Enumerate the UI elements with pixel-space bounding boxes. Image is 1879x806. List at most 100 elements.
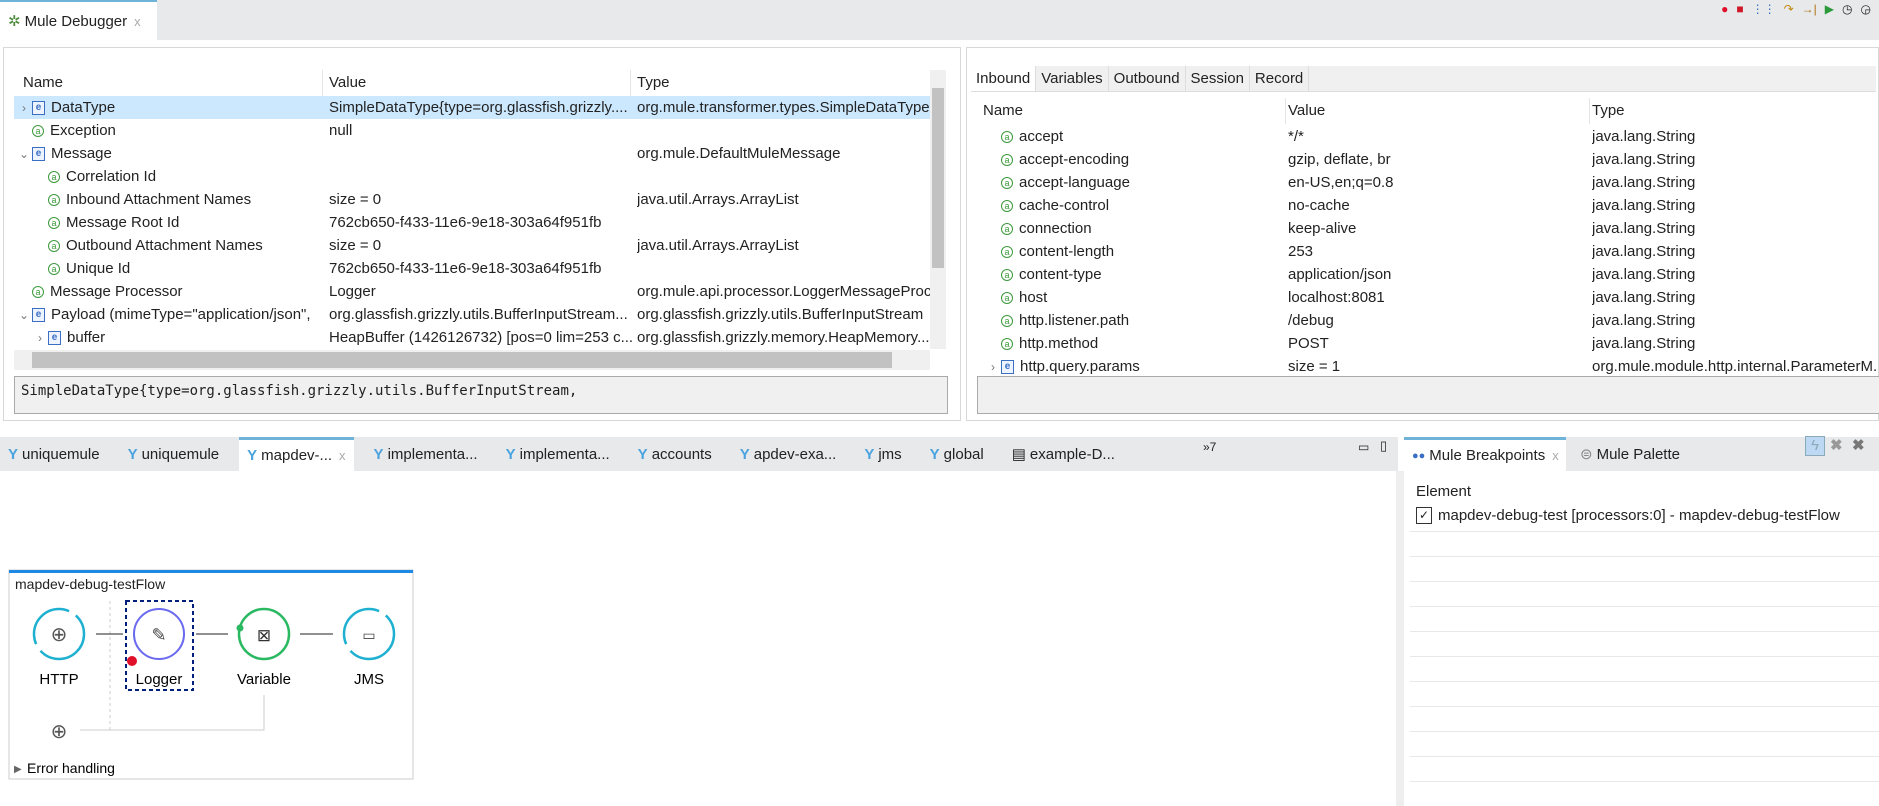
checkbox[interactable]: ✓ bbox=[1416, 507, 1432, 524]
tree-row[interactable]: a Message Root Id 762cb650-f433-11e6-9e18-… bbox=[14, 211, 930, 234]
name-text: DataType bbox=[51, 99, 116, 116]
tree-row[interactable]: a connection keep-alive java.lang.String bbox=[977, 217, 1877, 240]
tree-row[interactable]: a Exception null bbox=[14, 119, 930, 142]
breakpoint-icon[interactable] bbox=[127, 656, 137, 666]
column-type[interactable]: Type bbox=[637, 70, 670, 96]
collapse-icon[interactable]: ⌄ bbox=[16, 304, 32, 326]
step-over-icon[interactable]: ↷ bbox=[1784, 2, 1794, 16]
tab-record[interactable]: Record bbox=[1249, 66, 1310, 91]
tree-row[interactable]: a http.listener.path/debug java.lang.Strin… bbox=[977, 309, 1877, 332]
editor-tab[interactable]: Yimplementa... bbox=[498, 437, 618, 471]
mule-icon: Y bbox=[739, 445, 750, 463]
tree-row[interactable]: a accept-encoding gzip, deflate, br java.la… bbox=[977, 148, 1877, 171]
type-cell: java.util.Arrays.ArrayList bbox=[637, 237, 799, 254]
close-icon[interactable]: x bbox=[1552, 448, 1559, 463]
tab-variables[interactable]: Variables bbox=[1036, 66, 1109, 91]
tree-row[interactable]: a content-length 253 java.lang.String bbox=[977, 240, 1877, 263]
editor-tab[interactable]: Yimplementa... bbox=[366, 437, 486, 471]
name-cell: › e buffer bbox=[32, 326, 339, 349]
collapse-icon[interactable]: ⌄ bbox=[16, 143, 32, 165]
type-cell: java.lang.String bbox=[1592, 174, 1696, 191]
type-cell: org.mule.module.http.internal.ParameterM… bbox=[1592, 358, 1877, 375]
tree-row[interactable]: a Unique Id 762cb650-f433-11e6-9e18-303a64… bbox=[14, 257, 930, 280]
tab-mule-breakpoints[interactable]: ●● Mule Breakpoints x bbox=[1404, 437, 1566, 471]
tree-row[interactable]: a Outbound Attachment Names size = 0 java.u… bbox=[14, 234, 930, 257]
tree-row[interactable]: › e http.query.params size = 1 org.mule.modu… bbox=[977, 355, 1877, 378]
scrollbar-thumb[interactable] bbox=[932, 88, 944, 268]
mule-icon: Y bbox=[864, 445, 875, 463]
stop-icon[interactable]: ■ bbox=[1736, 2, 1743, 16]
editor-tab[interactable]: Yglobal bbox=[922, 437, 992, 471]
breakpoint-label: mapdev-debug-test [processors:0] - mapde… bbox=[1438, 507, 1840, 524]
minimize-icon[interactable]: ▭ bbox=[1358, 440, 1369, 454]
debug-toolbar: ● ■ ⋮⋮ ↷ →| ▶ ◷ ◶ bbox=[1721, 2, 1871, 16]
vertical-scrollbar[interactable] bbox=[930, 70, 946, 349]
tree-row[interactable]: a cache-control no-cache java.lang.String bbox=[977, 194, 1877, 217]
column-value[interactable]: Value bbox=[1288, 98, 1325, 124]
attribute-icon: a bbox=[1001, 131, 1013, 144]
column-type[interactable]: Type bbox=[1592, 98, 1625, 124]
resume-icon[interactable]: ▶ bbox=[1825, 2, 1834, 16]
scrollbar-thumb[interactable] bbox=[32, 352, 892, 368]
tree-row[interactable]: a http.method POST java.lang.String bbox=[977, 332, 1877, 355]
tree-row[interactable]: a Message Processor Logger org.mule.api.pro… bbox=[14, 280, 930, 303]
column-name[interactable]: Name bbox=[23, 70, 63, 96]
remove-icon[interactable]: ✖ bbox=[1852, 436, 1865, 454]
clear-icon[interactable]: ● bbox=[1721, 2, 1728, 16]
remove-all-icon[interactable]: ✖ bbox=[1830, 436, 1843, 454]
tab-inbound[interactable]: Inbound bbox=[971, 66, 1037, 91]
expand-icon[interactable]: › bbox=[32, 327, 48, 349]
editor-tab[interactable]: Yjms bbox=[856, 437, 909, 471]
mule-icon: Y bbox=[929, 445, 940, 463]
expand-icon[interactable]: ▶ bbox=[14, 764, 22, 775]
node-label: Variable bbox=[237, 671, 291, 688]
splitter[interactable] bbox=[1396, 471, 1404, 806]
editor-tab[interactable]: Yuniquemule bbox=[0, 437, 108, 471]
properties-table[interactable]: a accept */* java.lang.String a accept-encodi… bbox=[977, 125, 1877, 377]
breakpoint-item[interactable]: ✓ mapdev-debug-test [processors:0] - map… bbox=[1416, 507, 1840, 524]
tree-row[interactable]: › e buffer HeapBuffer (1426126732) [pos=0 l… bbox=[14, 326, 930, 349]
tab-session[interactable]: Session bbox=[1185, 66, 1250, 91]
close-icon[interactable]: x bbox=[134, 14, 141, 29]
close-icon[interactable]: x bbox=[339, 448, 346, 463]
horizontal-scrollbar[interactable] bbox=[14, 350, 930, 370]
expand-icon[interactable]: › bbox=[985, 356, 1001, 378]
editor-tab[interactable]: Yaccounts bbox=[630, 437, 720, 471]
tree-row[interactable]: a Inbound Attachment Names size = 0 java.ut… bbox=[14, 188, 930, 211]
expand-icon[interactable]: › bbox=[16, 97, 32, 119]
evaluate-icon[interactable]: ⋮⋮ bbox=[1752, 2, 1776, 16]
type-cell: java.lang.String bbox=[1592, 312, 1696, 329]
timer-stop-icon[interactable]: ◶ bbox=[1861, 2, 1871, 16]
tab-mule-debugger[interactable]: ✲ Mule Debugger x bbox=[0, 0, 157, 40]
column-name[interactable]: Name bbox=[983, 98, 1023, 124]
skip-breakpoints-icon[interactable]: ϟ bbox=[1805, 436, 1825, 456]
tree-row[interactable]: a host localhost:8081 java.lang.String bbox=[977, 286, 1877, 309]
timer-start-icon[interactable]: ◷ bbox=[1842, 2, 1852, 16]
tab-outbound[interactable]: Outbound bbox=[1108, 66, 1186, 91]
name-text: Message bbox=[51, 145, 112, 162]
next-processor-icon[interactable]: →| bbox=[1802, 2, 1817, 16]
tab-mule-palette[interactable]: ⊜ Mule Palette bbox=[1572, 437, 1688, 471]
tree-row[interactable]: a content-type application/json java.lang.S… bbox=[977, 263, 1877, 286]
tab-overflow[interactable]: »7 bbox=[1203, 440, 1216, 454]
name-cell: a Correlation Id bbox=[32, 165, 339, 188]
error-handling[interactable]: Error handling bbox=[27, 760, 115, 776]
editor-tab[interactable]: ▤ example-D... bbox=[1004, 437, 1123, 471]
editor-tab[interactable]: Ymapdev-... x bbox=[239, 437, 354, 471]
tree-row[interactable]: ⌄ e Payload (mimeType="application/json", o… bbox=[14, 303, 930, 326]
tree-row[interactable]: a Correlation Id bbox=[14, 165, 930, 188]
tree-row[interactable]: a accept-language en-US,en;q=0.8 java.lang.… bbox=[977, 171, 1877, 194]
tree-row[interactable]: › e DataType SimpleDataType{type=org.glassf… bbox=[14, 96, 930, 119]
tab-label: apdev-exa... bbox=[753, 445, 837, 463]
detail-pane[interactable]: SimpleDataType{type=org.glassfish.grizzl… bbox=[14, 376, 948, 414]
tree-row[interactable]: a accept */* java.lang.String bbox=[977, 125, 1877, 148]
variables-tree[interactable]: › e DataType SimpleDataType{type=org.glassf… bbox=[14, 96, 930, 349]
editor-tab[interactable]: Yapdev-exa... bbox=[732, 437, 845, 471]
maximize-icon[interactable]: ▯ bbox=[1380, 438, 1387, 454]
column-value[interactable]: Value bbox=[329, 70, 366, 96]
tree-row[interactable]: ⌄ e Message org.mule.DefaultMuleMessage bbox=[14, 142, 930, 165]
value-cell: size = 1 bbox=[1288, 358, 1341, 375]
detail-pane[interactable] bbox=[977, 376, 1879, 414]
type-cell: java.lang.String bbox=[1592, 220, 1696, 237]
editor-tab[interactable]: Yuniquemule bbox=[120, 437, 228, 471]
